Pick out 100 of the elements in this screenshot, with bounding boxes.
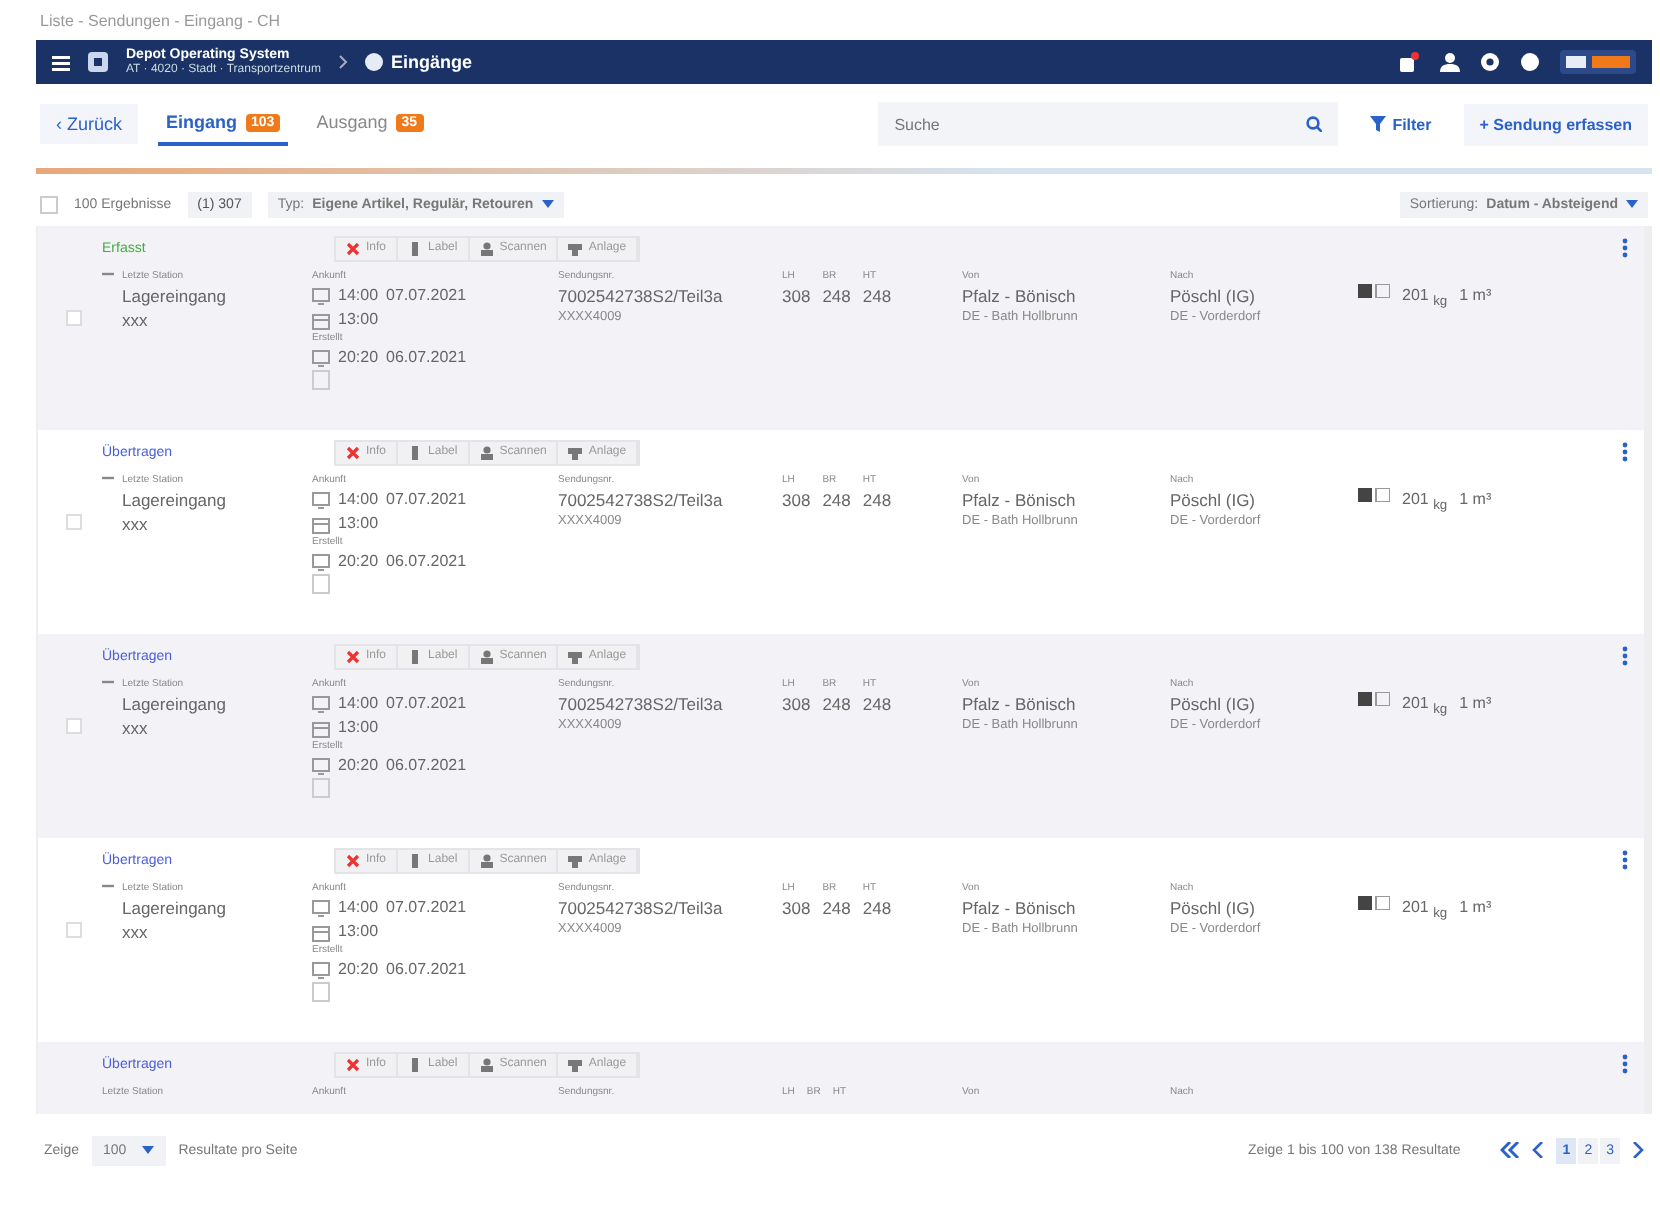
dimension-value: 248 [862, 488, 892, 512]
station-code: xxx [122, 716, 150, 740]
origin-name: Pfalz - Bönisch [962, 284, 1078, 308]
destination-name: Pöschl (IG) [1170, 284, 1258, 308]
weight-value: 201 $_{kg}$ [1402, 896, 1448, 926]
created-time: 20:20 [338, 346, 379, 370]
person-icon [479, 241, 494, 255]
more-options-icon[interactable] [1622, 442, 1628, 462]
breadcrumb: Liste - Sendungen - Eingang - CH [38, 12, 283, 34]
shipment-number: 7002542738S2/Teil3a [558, 692, 725, 716]
calendar-icon [312, 311, 330, 329]
destination-name: Pöschl (IG) [1170, 692, 1258, 716]
station-code: xxx [122, 512, 150, 536]
arrival-time: 13:00 [338, 716, 379, 740]
row-checkbox[interactable] [66, 922, 82, 938]
dimension-value: 248 [862, 896, 892, 920]
back-button[interactable]: ‹ Zurück [40, 104, 139, 144]
origin-name: Pfalz - Bönisch [962, 896, 1078, 920]
person-icon [479, 445, 494, 459]
monitor-icon [312, 349, 330, 367]
document-icon [312, 778, 330, 798]
user-icon[interactable] [1440, 52, 1460, 72]
dimension-value: 308 [782, 896, 811, 920]
created-time: 20:20 [338, 958, 379, 982]
collapse-icon [102, 882, 114, 890]
arrival-time: 14:00 [338, 692, 379, 716]
more-options-icon[interactable] [1622, 238, 1628, 258]
dimension-value: 248 [862, 284, 892, 308]
weight-value: 201 $_{kg}$ [1402, 692, 1448, 722]
station-code: xxx [122, 920, 150, 944]
previous-page-icon[interactable] [1532, 1142, 1545, 1158]
row-checkbox[interactable] [66, 310, 82, 326]
origin-name: Pfalz - Bönisch [962, 692, 1078, 716]
dimension-value: 248 [822, 692, 851, 716]
funnel-icon [1370, 116, 1387, 132]
more-options-icon[interactable] [1622, 646, 1628, 666]
select-all-checkbox[interactable] [40, 195, 58, 213]
collapse-icon [102, 474, 114, 482]
more-options-icon[interactable] [1622, 1054, 1628, 1074]
volume-value: 1 m³ [1459, 488, 1492, 512]
destination-name: Pöschl (IG) [1170, 488, 1258, 512]
arrival-date: 07.07.2021 [386, 488, 467, 512]
search-icon[interactable] [1306, 116, 1323, 132]
arrival-time: 13:00 [338, 920, 379, 944]
monitor-icon [312, 961, 330, 979]
arrival-date: 07.07.2021 [386, 896, 467, 920]
close-icon [346, 649, 360, 663]
station-name: Lagereingang [122, 284, 226, 308]
person-icon [479, 649, 494, 663]
dimension-value: 248 [862, 692, 892, 716]
section-title: Eingänge [391, 52, 473, 72]
document-icon [312, 370, 330, 390]
caret-icon [541, 200, 554, 208]
arrival-time: 14:00 [338, 284, 379, 308]
volume-value: 1 m³ [1459, 896, 1492, 920]
next-page-icon[interactable] [1632, 1142, 1644, 1158]
filter-button[interactable]: Filter [1358, 113, 1444, 135]
create-shipment-button[interactable]: + Sendung erfassen [1463, 103, 1648, 145]
station-name: Lagereingang [122, 896, 226, 920]
created-date: 06.07.2021 [386, 550, 467, 574]
more-options-icon[interactable] [1622, 850, 1628, 870]
dimension-value: 248 [822, 488, 851, 512]
arrival-time: 14:00 [338, 896, 379, 920]
dimension-value: 308 [782, 488, 811, 512]
monitor-icon [312, 287, 330, 305]
arrival-time: 13:00 [338, 512, 379, 536]
package-icon [1358, 896, 1390, 910]
caret-icon [142, 1146, 155, 1154]
row-checkbox[interactable] [66, 718, 82, 734]
company-logo-icon [1560, 50, 1636, 74]
first-page-icon[interactable] [1500, 1142, 1521, 1158]
collapse-icon [102, 270, 114, 278]
shipment-number: 7002542738S2/Teil3a [558, 488, 725, 512]
dimension-value: 308 [782, 284, 811, 308]
search-field[interactable]: Suche [878, 102, 1339, 146]
weight-value: 201 $_{kg}$ [1402, 284, 1448, 314]
menu-icon[interactable] [52, 53, 70, 71]
collapse-icon [102, 678, 114, 686]
created-time: 20:20 [338, 550, 379, 574]
monitor-icon [312, 491, 330, 509]
monitor-icon [312, 757, 330, 775]
document-icon [312, 574, 330, 594]
close-icon [346, 853, 360, 867]
close-icon [346, 445, 360, 459]
arrival-time: 13:00 [338, 308, 379, 332]
notification-icon[interactable] [1398, 51, 1420, 73]
document-icon [312, 982, 330, 1002]
station-name: Lagereingang [122, 488, 226, 512]
person-icon [479, 853, 494, 867]
created-date: 06.07.2021 [386, 346, 467, 370]
close-icon [346, 241, 360, 255]
building-icon [86, 50, 110, 74]
monitor-icon [312, 553, 330, 571]
dimension-value: 308 [782, 692, 811, 716]
package-icon [1358, 692, 1390, 706]
caret-icon [1626, 200, 1638, 208]
row-checkbox[interactable] [66, 514, 82, 530]
monitor-icon [312, 695, 330, 713]
weight-value: 201 $_{kg}$ [1402, 488, 1448, 518]
package-icon [1358, 284, 1390, 298]
